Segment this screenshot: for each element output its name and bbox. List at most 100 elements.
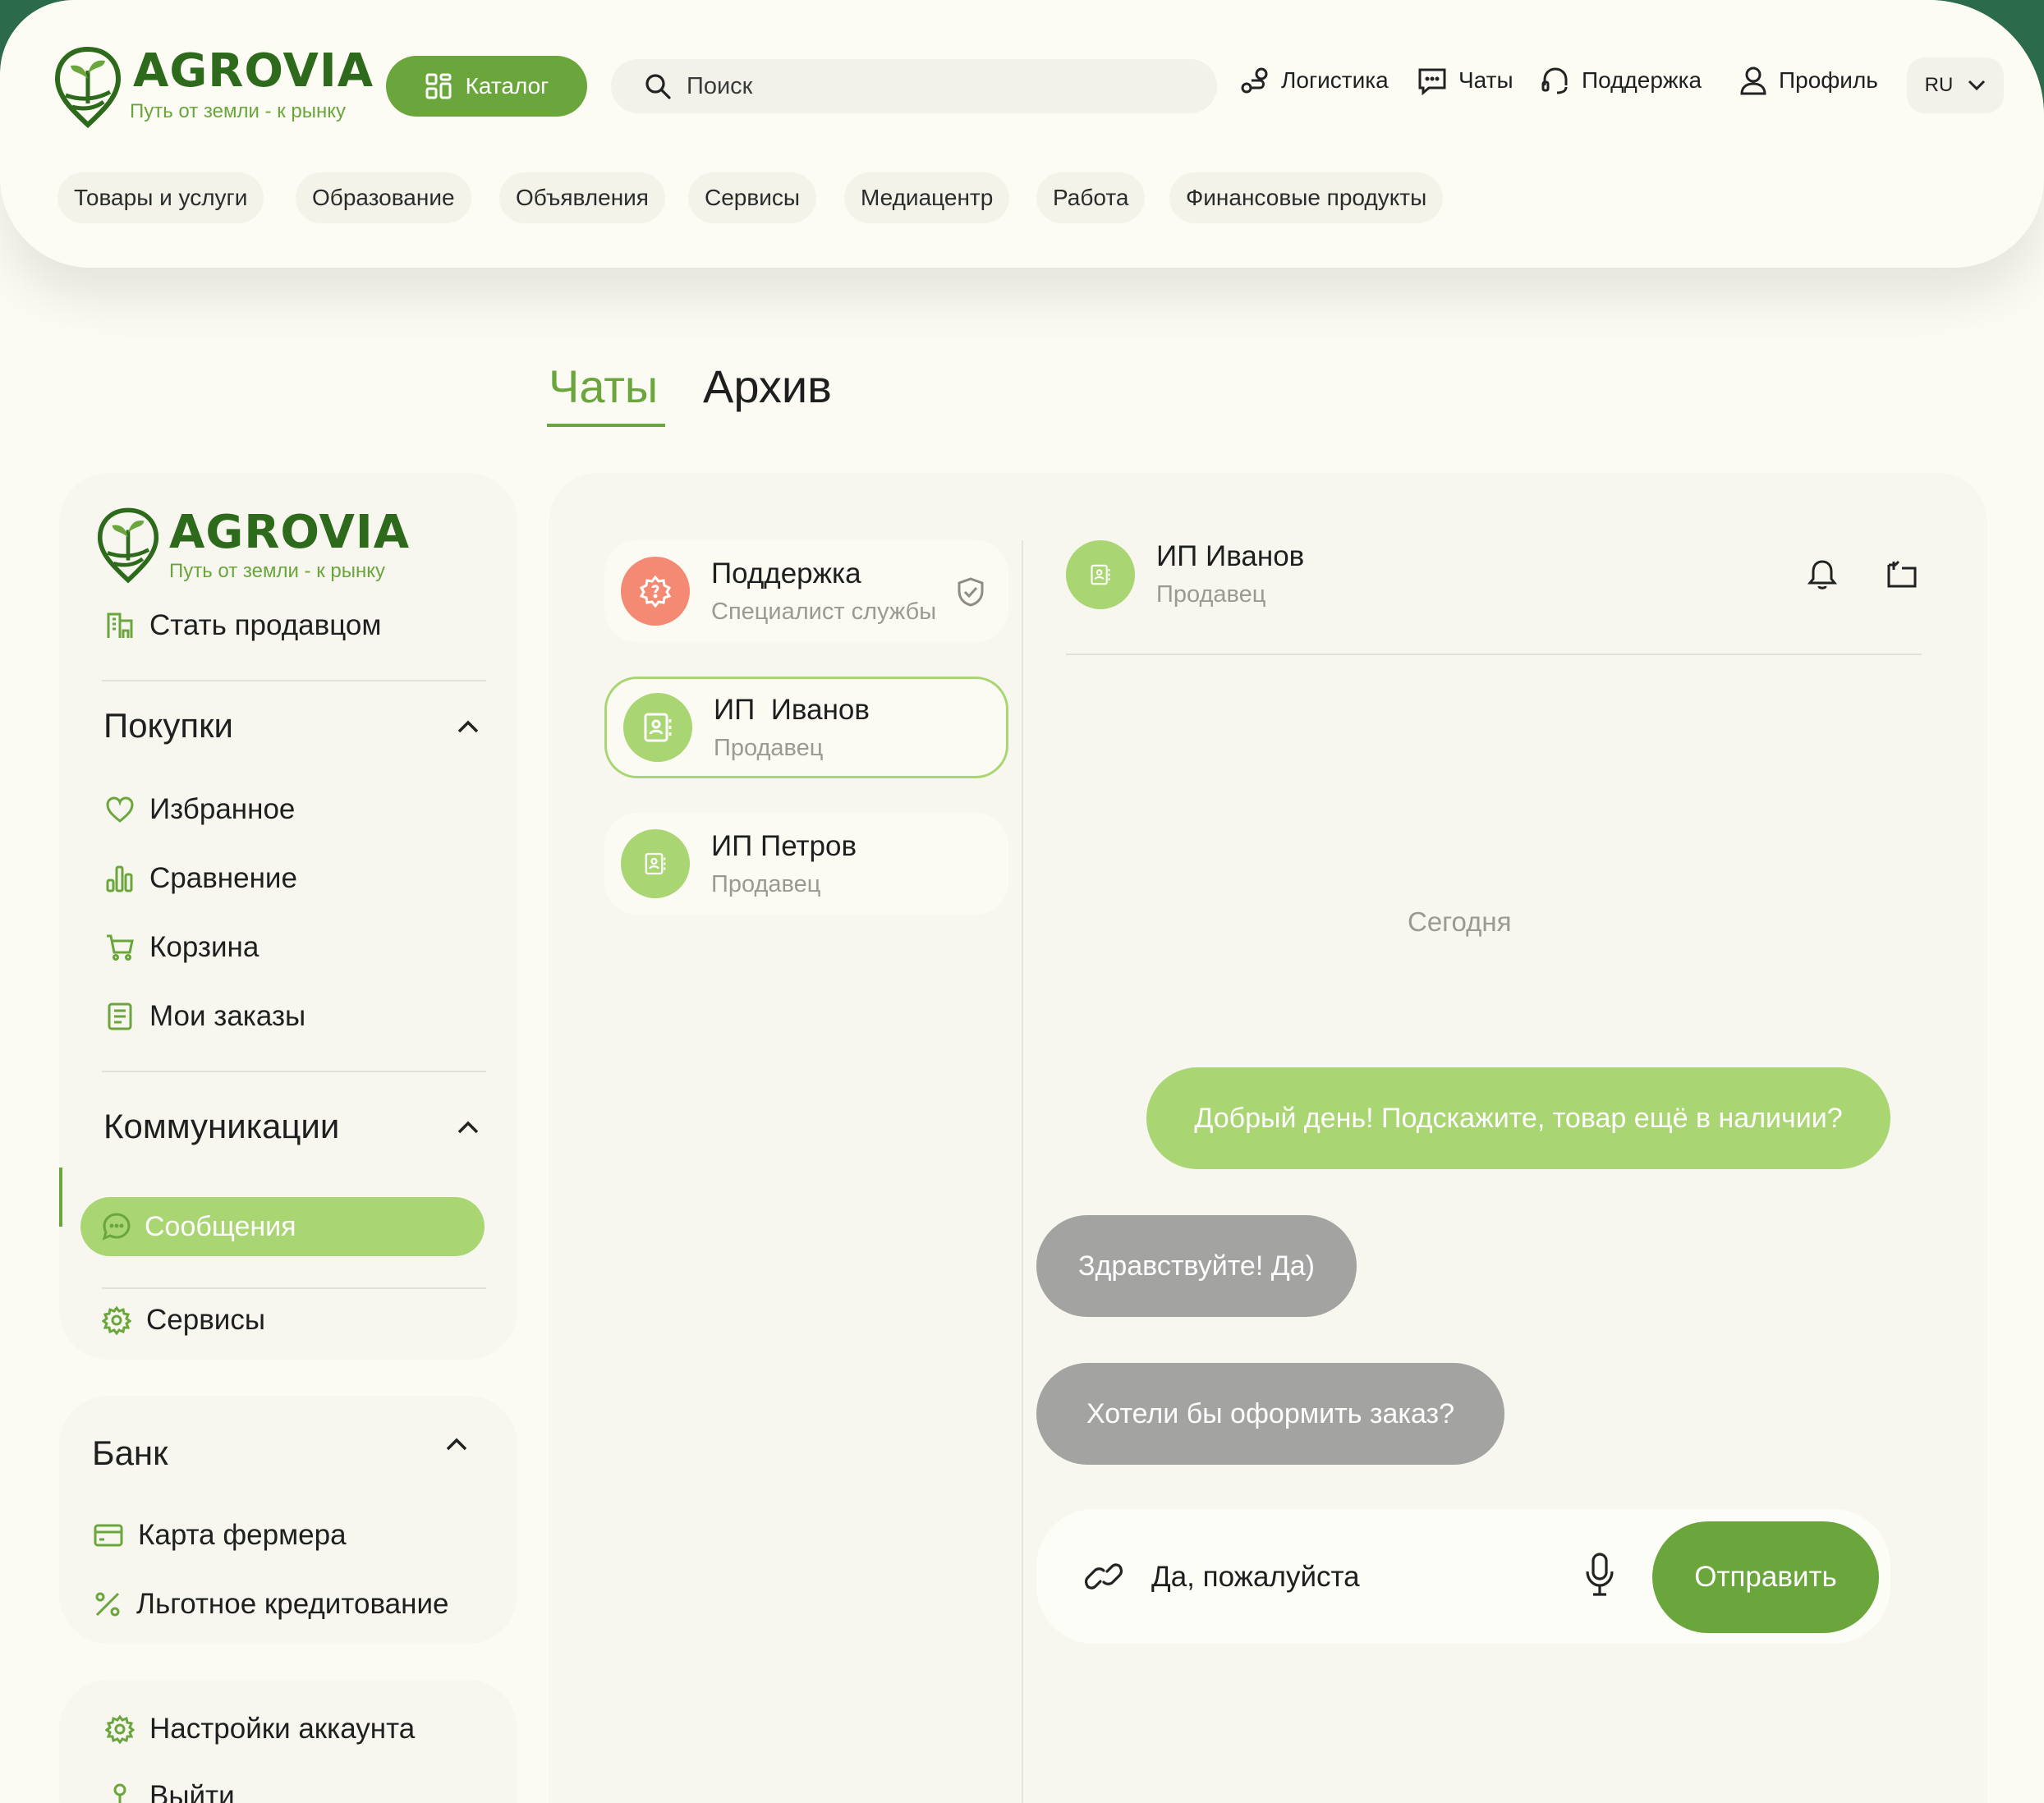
message-input[interactable] [1151, 1558, 1578, 1596]
brand-name: AGROVIA [133, 44, 374, 98]
sidebar-item-label: Настройки аккаунта [149, 1713, 416, 1745]
card-icon [94, 1524, 123, 1547]
chevron-up-icon[interactable] [457, 719, 480, 734]
sidebar-item-credit[interactable]: Льготное кредитование [94, 1588, 448, 1621]
attach-link-icon[interactable] [1084, 1560, 1123, 1593]
chat-item-ivanov[interactable]: ИП Иванов Продавец [604, 677, 1008, 778]
store-icon [107, 612, 133, 638]
bell-icon[interactable] [1807, 558, 1838, 591]
search-bar[interactable] [611, 59, 1217, 113]
contact-card-icon [645, 852, 666, 875]
tab-archive[interactable]: Архив [703, 360, 832, 413]
sidebar-item-label: Выйти [149, 1780, 235, 1803]
active-indicator [59, 1168, 62, 1227]
sidebar-item-account-settings[interactable]: Настройки аккаунта [105, 1713, 415, 1746]
sidebar-brand-tagline: Путь от земли - к рынку [169, 560, 386, 582]
category-education[interactable]: Образование [296, 172, 471, 223]
sidebar-item-farmer-card[interactable]: Карта фермера [94, 1519, 347, 1552]
become-seller-label: Стать продавцом [149, 609, 382, 641]
sidebar-item-orders[interactable]: Мои заказы [105, 1000, 305, 1033]
tab-chats[interactable]: Чаты [549, 360, 658, 413]
nav-chats-label: Чаты [1458, 67, 1513, 93]
message-incoming: Здравствуйте! Да) [1036, 1215, 1357, 1317]
gear-icon [102, 1305, 131, 1335]
tab-active-underline [547, 424, 665, 427]
category-ads[interactable]: Объявления [499, 172, 665, 223]
cart-icon [107, 934, 134, 961]
nav-logistics-label: Логистика [1281, 67, 1389, 93]
grid-icon [425, 73, 452, 99]
category-label: Финансовые продукты [1186, 185, 1427, 210]
avatar [621, 557, 690, 626]
communications-heading[interactable]: Коммуникации [103, 1107, 339, 1146]
message-outgoing: Добрый день! Подскажите, товар ещё в нал… [1146, 1067, 1890, 1169]
category-jobs[interactable]: Работа [1036, 172, 1146, 223]
conversation-name: ИП Иванов [1156, 540, 1305, 572]
microphone-icon[interactable] [1583, 1552, 1616, 1598]
nav-support[interactable]: Поддержка [1541, 66, 1702, 95]
sidebar-brand-name: AGROVIA [169, 506, 411, 559]
header-logo[interactable]: AGROVIA Путь от земли - к рынку [54, 44, 373, 135]
settings-icon [105, 1714, 135, 1744]
category-label: Работа [1053, 185, 1129, 210]
send-button-label: Отправить [1694, 1561, 1837, 1593]
conversation-role: Продавец [1156, 581, 1266, 608]
purchases-heading[interactable]: Покупки [103, 706, 233, 746]
sidebar-main-card: AGROVIA Путь от земли - к рынку Стать пр… [59, 473, 517, 1360]
catalog-button[interactable]: Каталог [386, 56, 587, 117]
logout-icon [113, 1783, 126, 1803]
sidebar-item-messages[interactable]: Сообщения [80, 1197, 485, 1256]
sidebar-bank-card: Банк Карта фермера Льготное кредитование [59, 1396, 517, 1644]
tab-archive-label: Архив [703, 360, 832, 412]
orders-icon [108, 1002, 132, 1030]
contact-card-icon [644, 713, 672, 742]
nav-chats[interactable]: Чаты [1417, 66, 1513, 95]
sidebar-item-cart[interactable]: Корзина [105, 931, 259, 964]
catalog-label: Каталог [465, 73, 549, 99]
chat-item-text: ИП Иванов Продавец [714, 694, 870, 762]
archive-chat-icon[interactable] [1886, 558, 1918, 590]
category-label: Сервисы [705, 185, 801, 210]
nav-logistics[interactable]: Логистика [1240, 66, 1389, 95]
message-icon [102, 1213, 131, 1241]
message-incoming: Хотели бы оформить заказ? [1036, 1363, 1504, 1465]
brand-tagline: Путь от земли - к рынку [130, 100, 347, 122]
percent-icon [95, 1592, 120, 1617]
message-composer: Отправить [1036, 1509, 1890, 1644]
send-button[interactable]: Отправить [1652, 1521, 1879, 1633]
agrovia-logo-icon [54, 46, 122, 128]
avatar [623, 693, 692, 762]
bar-chart-icon [106, 865, 133, 892]
become-seller-link[interactable]: Стать продавцом [105, 609, 381, 642]
top-header: AGROVIA Путь от земли - к рынку Каталог … [0, 0, 2044, 268]
chat-panel-separator [1022, 540, 1023, 1803]
sidebar-item-label: Сообщения [145, 1210, 296, 1242]
sidebar-item-label: Сравнение [149, 862, 297, 894]
chat-item-support[interactable]: Поддержка Специалист службы [604, 540, 1008, 642]
sidebar-item-label: Мои заказы [149, 1000, 306, 1032]
category-label: Образование [312, 185, 455, 210]
logistics-icon [1241, 67, 1268, 94]
language-value: RU [1924, 74, 1954, 96]
category-goods[interactable]: Товары и услуги [57, 172, 264, 223]
sidebar-item-services[interactable]: Сервисы [102, 1304, 265, 1337]
avatar [621, 829, 690, 898]
search-input[interactable] [687, 72, 1179, 100]
sidebar-item-logout[interactable]: Выйти [105, 1780, 235, 1803]
language-select[interactable]: RU [1907, 57, 2004, 113]
heart-icon [106, 796, 134, 823]
chat-item-petrov[interactable]: ИП Петров Продавец [604, 813, 1008, 915]
sidebar-item-compare[interactable]: Сравнение [105, 862, 297, 895]
chevron-up-icon[interactable] [445, 1437, 468, 1452]
category-finance[interactable]: Финансовые продукты [1169, 172, 1444, 223]
communications-title: Коммуникации [103, 1107, 340, 1145]
sidebar-item-favorites[interactable]: Избранное [105, 793, 295, 826]
bank-heading[interactable]: Банк [92, 1434, 168, 1473]
chat-role: Специалист службы [711, 598, 937, 625]
sidebar-divider [102, 1071, 486, 1072]
sidebar-item-label: Корзина [149, 931, 260, 963]
category-services[interactable]: Сервисы [688, 172, 817, 223]
category-media[interactable]: Медиацентр [844, 172, 1010, 223]
chevron-up-icon[interactable] [457, 1120, 480, 1135]
nav-profile[interactable]: Профиль [1739, 66, 1878, 95]
